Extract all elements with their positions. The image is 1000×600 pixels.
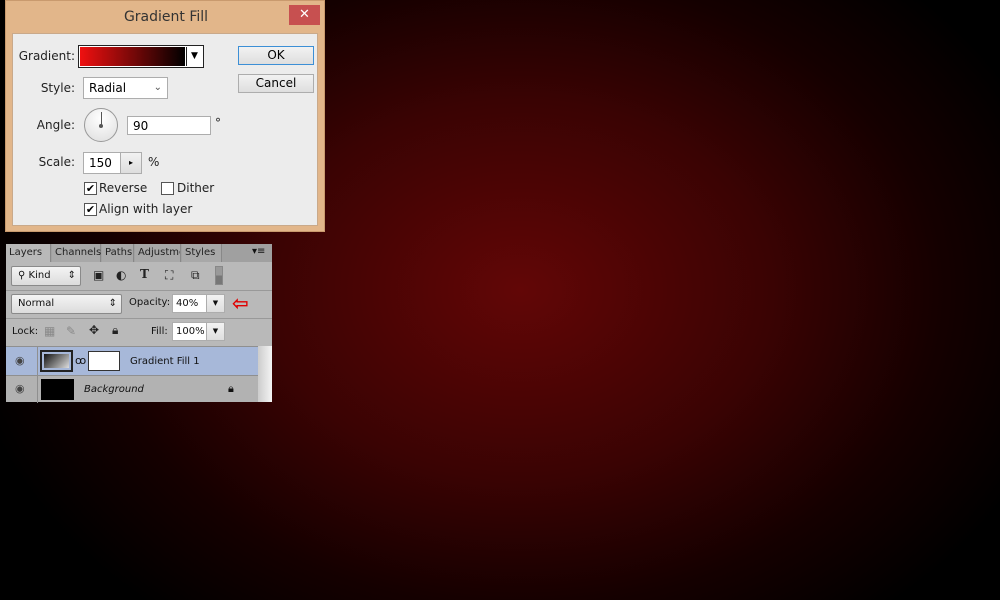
scale-label: Scale: [38, 155, 75, 169]
tab-styles[interactable]: Styles [182, 244, 222, 262]
angle-label: Angle: [36, 118, 75, 132]
visibility-eye-icon[interactable]: ◉ [15, 382, 25, 395]
blend-mode-value: Normal [18, 298, 55, 309]
layer-lock-icon: 🔒︎ [228, 382, 234, 395]
layer-row-background[interactable]: ◉ Background 🔒︎ [6, 375, 258, 403]
updown-icon: ⇕ [108, 298, 117, 309]
scale-slider-button[interactable]: ▸ [120, 152, 142, 174]
gradient-swatch[interactable] [80, 47, 185, 66]
ok-button[interactable]: OK [238, 46, 314, 65]
chevron-down-icon: ⌄ [153, 82, 162, 93]
filter-toggle[interactable] [215, 266, 223, 285]
layers-scrollbar[interactable] [258, 346, 272, 402]
reverse-label: Reverse [99, 181, 148, 195]
dialog-title: Gradient Fill [123, 9, 209, 25]
opacity-label: Opacity: [129, 297, 171, 308]
fill-label: Fill: [151, 326, 168, 337]
align-checkbox[interactable]: ✔ [84, 203, 97, 216]
layer-thumbnail[interactable] [41, 379, 74, 400]
layer-thumbnail[interactable] [40, 350, 73, 372]
lock-position-icon[interactable]: ✥ [89, 323, 99, 337]
style-value: Radial [89, 81, 127, 95]
kind-filter-select[interactable]: ⚲ Kind ⇕ [11, 266, 81, 286]
adjustment-filter-icon[interactable]: ◐ [116, 268, 126, 282]
image-filter-icon[interactable]: ▣ [93, 268, 104, 282]
close-button[interactable]: ✕ [289, 5, 320, 25]
scale-input[interactable]: 150 [83, 152, 121, 174]
degree-unit: ° [215, 116, 221, 130]
opacity-dropdown[interactable]: ▼ [206, 294, 225, 313]
reverse-checkbox[interactable]: ✔ [84, 182, 97, 195]
angle-input[interactable]: 90 [127, 116, 211, 135]
lock-all-icon[interactable]: 🔒︎ [112, 323, 118, 338]
lock-transparent-icon[interactable]: ▦ [44, 324, 55, 338]
layers-panel: Layers Channels Paths Adjustme Styles ▾≡… [6, 244, 272, 403]
lock-label: Lock: [12, 326, 39, 337]
style-select[interactable]: Radial ⌄ [83, 77, 168, 99]
smart-object-filter-icon[interactable]: ⧉ [191, 268, 200, 283]
visibility-eye-icon[interactable]: ◉ [15, 354, 25, 367]
gradient-dropdown-icon[interactable]: ▼ [186, 47, 202, 66]
tab-channels[interactable]: Channels [52, 244, 101, 262]
style-label: Style: [40, 81, 75, 95]
tab-adjustments[interactable]: Adjustme [135, 244, 181, 262]
layer-name[interactable]: Background [84, 384, 144, 395]
layer-name[interactable]: Gradient Fill 1 [130, 356, 200, 367]
fill-dropdown[interactable]: ▼ [206, 322, 225, 341]
opacity-input[interactable]: 40% [172, 294, 207, 313]
blend-mode-select[interactable]: Normal ⇕ [11, 294, 122, 314]
gradient-label: Gradient: [18, 49, 75, 63]
dialog-body: Gradient: ▼ Style: Radial ⌄ Angle: 90 ° S… [12, 33, 318, 226]
shape-filter-icon[interactable]: ⛶ [165, 268, 173, 283]
percent-unit: % [148, 155, 160, 169]
lock-brush-icon[interactable]: ✎ [66, 324, 76, 338]
layer-mask-thumbnail[interactable] [88, 351, 120, 371]
tab-layers[interactable]: Layers [6, 244, 51, 262]
type-filter-icon[interactable]: T [140, 267, 149, 281]
fill-input[interactable]: 100% [172, 322, 207, 341]
red-arrow-annotation-icon: ⇦ [232, 291, 249, 315]
updown-icon: ⇕ [67, 270, 76, 281]
dither-checkbox[interactable] [161, 182, 174, 195]
dither-label: Dither [177, 181, 215, 195]
angle-dial[interactable] [84, 108, 118, 142]
kind-value: Kind [28, 270, 51, 281]
align-label: Align with layer [99, 202, 193, 216]
link-chain-icon[interactable]: ꝏ [75, 354, 86, 367]
panel-menu-icon[interactable]: ▾≡ [252, 246, 265, 257]
gradient-fill-dialog: Gradient Fill ✕ Gradient: ▼ Style: Radia… [5, 0, 325, 232]
gradient-picker[interactable]: ▼ [78, 45, 204, 68]
tab-paths[interactable]: Paths [102, 244, 134, 262]
cancel-button[interactable]: Cancel [238, 74, 314, 93]
layer-row-gradient-fill[interactable]: ◉ ꝏ Gradient Fill 1 [6, 346, 258, 376]
